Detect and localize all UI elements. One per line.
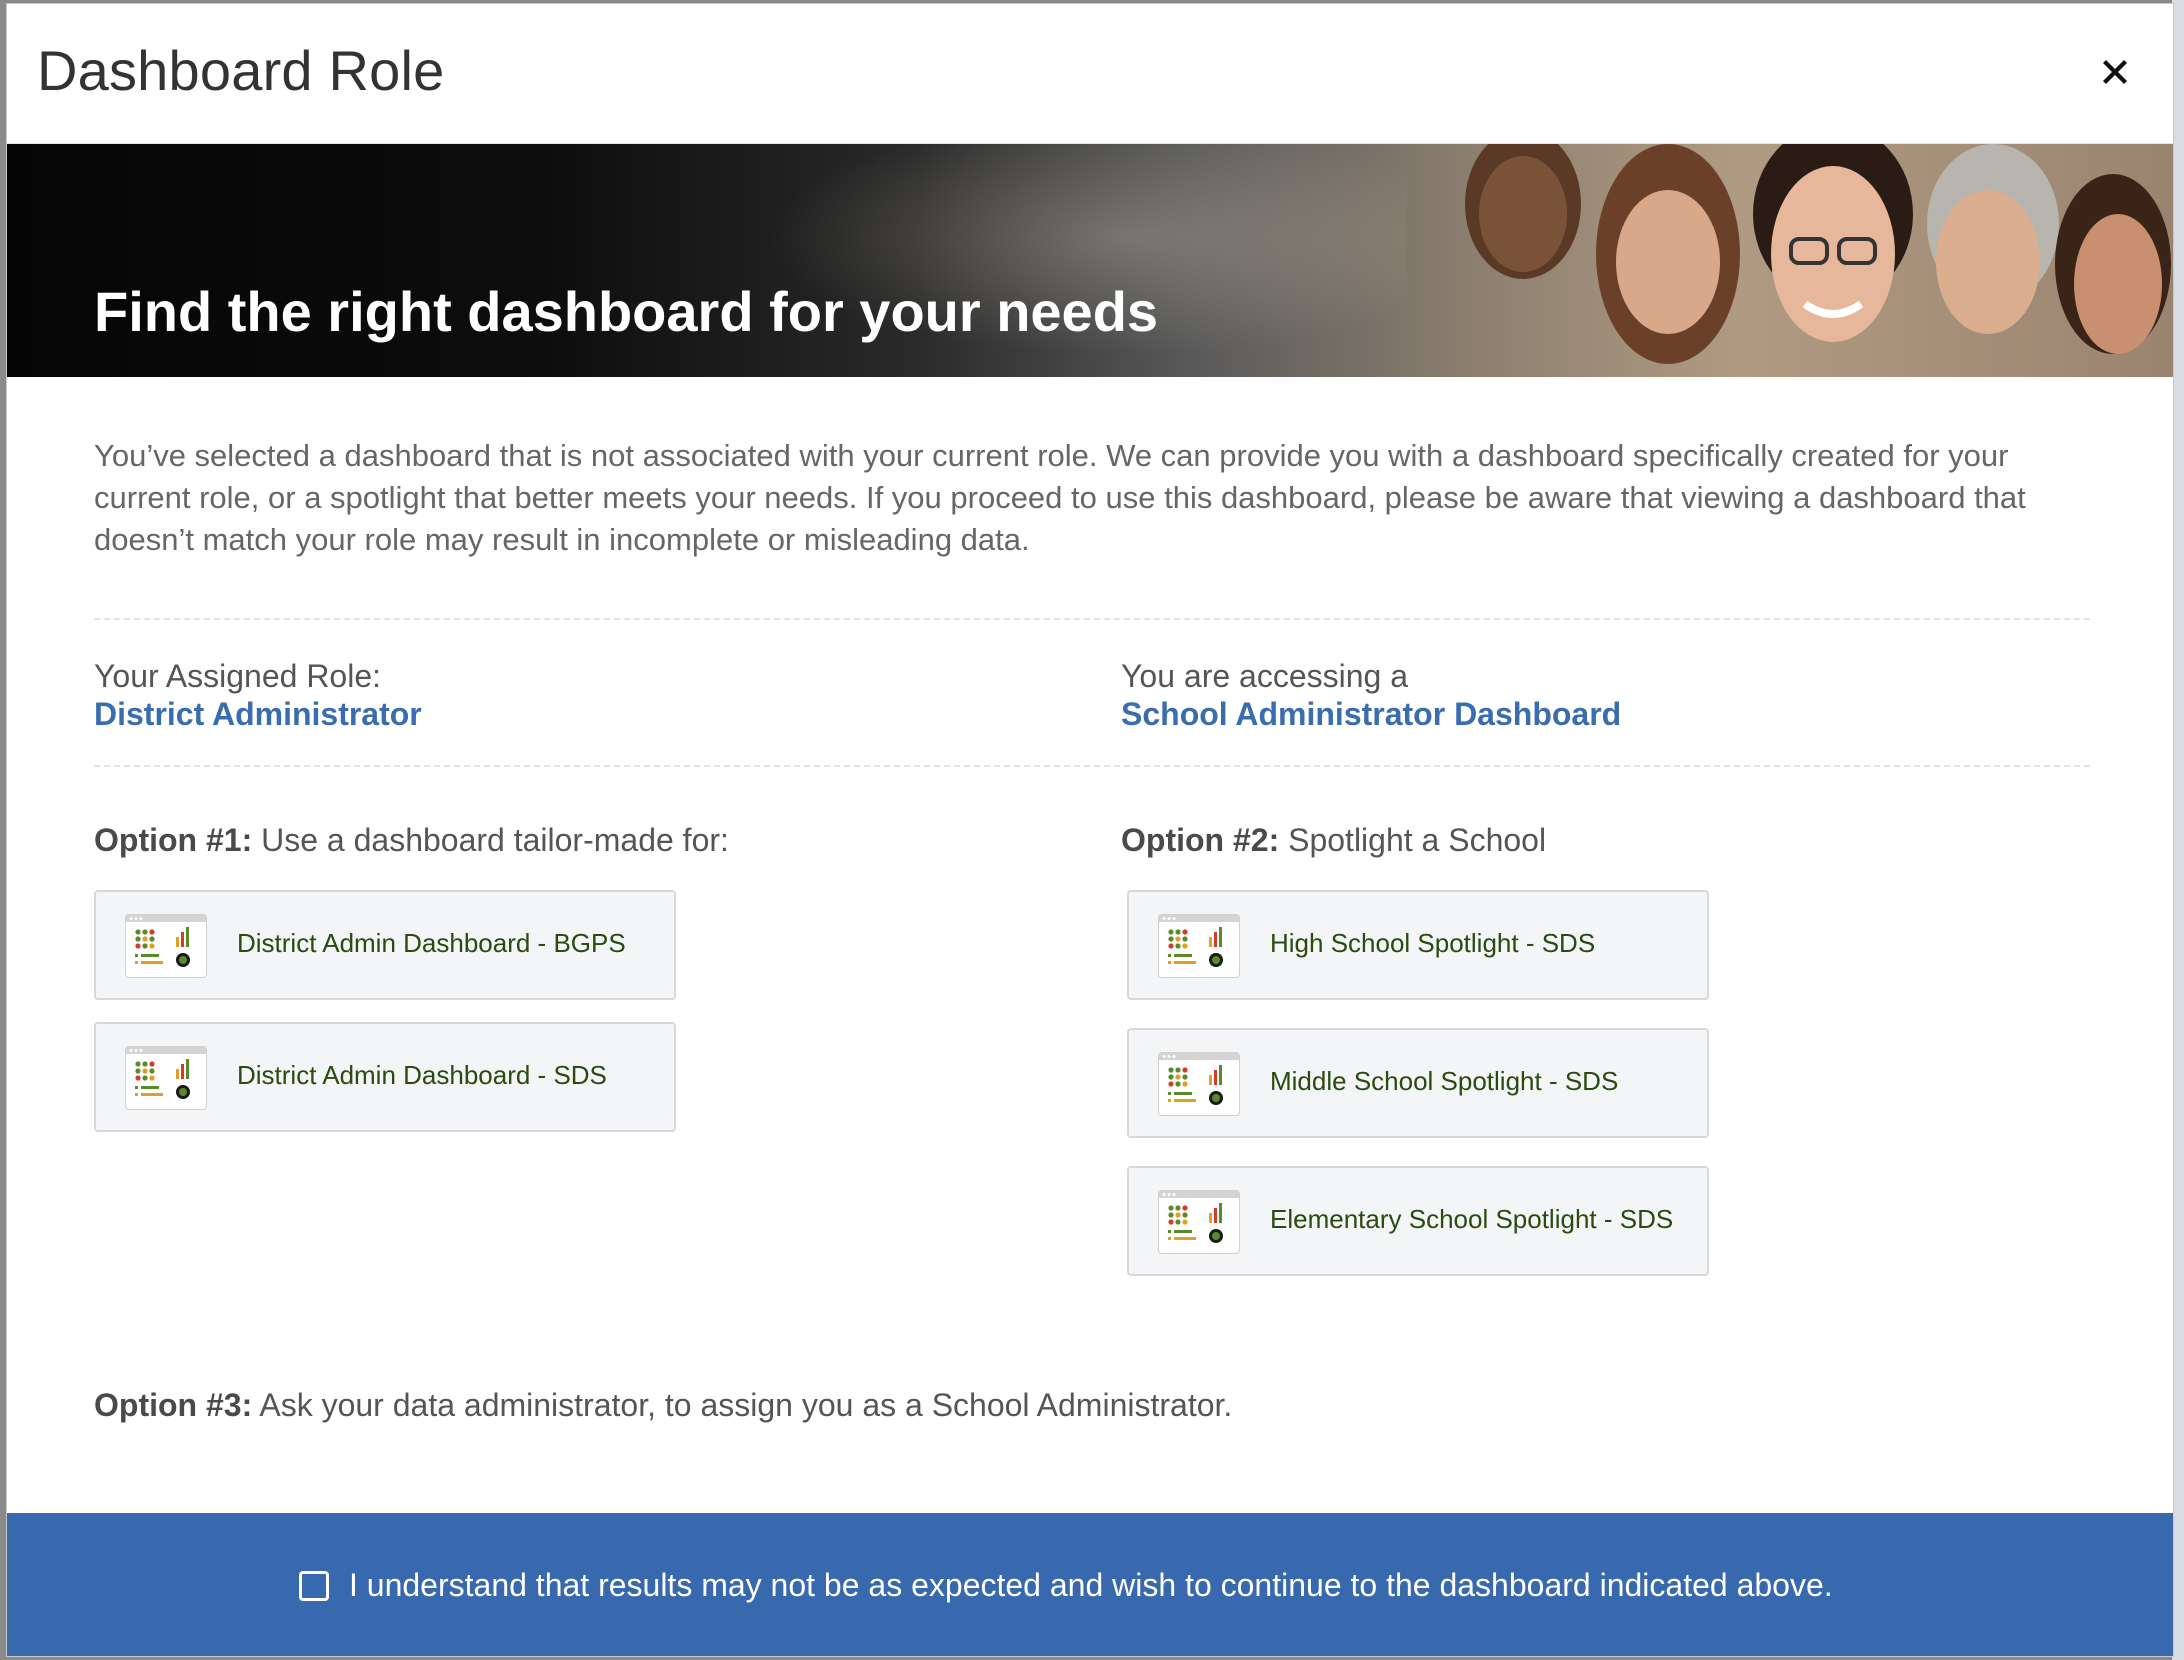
option3-text: Option #3: Ask your data administrator, … [94, 1387, 1233, 1423]
divider [94, 765, 2090, 767]
intro-text: You’ve selected a dashboard that is not … [94, 438, 2026, 557]
dashboard-thumbnail-icon [1158, 1052, 1240, 1116]
spotlight-option-card[interactable]: Elementary School Spotlight - SDS [1127, 1166, 1709, 1276]
spotlight-option-card[interactable]: Middle School Spotlight - SDS [1127, 1028, 1709, 1138]
dashboard-thumbnail-icon [125, 1046, 207, 1110]
dashboard-option-card[interactable]: District Admin Dashboard - SDS [94, 1022, 676, 1132]
assigned-role-label: Your Assigned Role: [94, 658, 382, 694]
accessing-dashboard: You are accessing a School Administrator… [1121, 657, 1621, 733]
spotlight-option-label: Elementary School Spotlight - SDS [1270, 1204, 1674, 1234]
assigned-role-value: District Administrator [94, 696, 422, 732]
modal-header: Dashboard Role [7, 4, 2173, 144]
spotlight-option-label: High School Spotlight - SDS [1270, 928, 1596, 958]
close-button[interactable] [2097, 54, 2133, 90]
hero-banner: Find the right dashboard for your needs [7, 144, 2173, 377]
acknowledge-text: I understand that results may not be as … [349, 1567, 1833, 1603]
option1-heading: Option #1: Use a dashboard tailor-made f… [94, 822, 729, 858]
spotlight-option-card[interactable]: High School Spotlight - SDS [1127, 890, 1709, 1000]
close-icon [2103, 60, 2127, 84]
option2-heading: Option #2: Spotlight a School [1121, 822, 1547, 858]
dashboard-option-label: District Admin Dashboard - BGPS [237, 928, 626, 958]
acknowledge-checkbox-row[interactable]: I understand that results may not be as … [299, 1567, 1833, 1604]
acknowledge-checkbox[interactable] [299, 1570, 329, 1601]
divider [94, 618, 2090, 620]
people-photo [1465, 144, 2171, 364]
dashboard-thumbnail-icon [125, 914, 207, 978]
modal-body: You’ve selected a dashboard that is not … [94, 377, 2090, 1423]
dashboard-thumbnail-icon [1158, 1190, 1240, 1254]
modal-title: Dashboard Role [37, 39, 445, 102]
accessing-value: School Administrator Dashboard [1121, 696, 1622, 732]
spotlight-option-label: Middle School Spotlight - SDS [1270, 1066, 1619, 1096]
assigned-role: Your Assigned Role: District Administrat… [94, 657, 422, 733]
dashboard-thumbnail-icon [1158, 914, 1240, 978]
dashboard-option-card[interactable]: District Admin Dashboard - BGPS [94, 890, 676, 1000]
dashboard-role-modal: Dashboard Role Find the right dashboard … [6, 3, 2174, 1657]
acknowledgement-bar: I understand that results may not be as … [7, 1513, 2173, 1656]
accessing-label: You are accessing a [1121, 658, 1409, 694]
dashboard-option-label: District Admin Dashboard - SDS [237, 1060, 607, 1090]
hero-heading: Find the right dashboard for your needs [94, 280, 1159, 343]
